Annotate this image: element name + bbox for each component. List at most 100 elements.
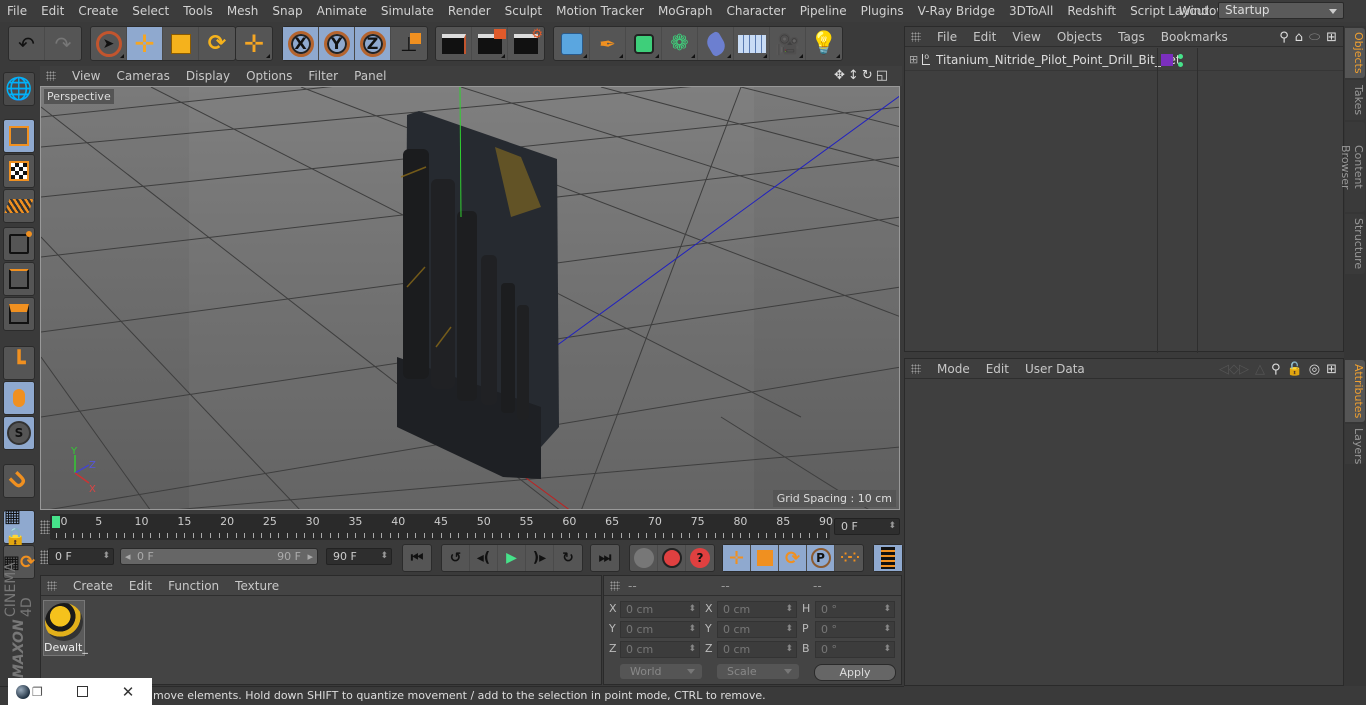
tab-structure[interactable]: Structure — [1345, 214, 1365, 274]
pos-z-field[interactable]: 0 cm — [620, 641, 700, 658]
deformer-button[interactable] — [698, 27, 734, 60]
prev-frame-button[interactable]: ◂( — [470, 545, 498, 571]
back-arrow-icon[interactable]: ◁◇▷ — [1219, 362, 1249, 377]
menu-mograph[interactable]: MoGraph — [651, 4, 720, 18]
tab-objects[interactable]: Objects — [1345, 28, 1365, 78]
expand-icon[interactable]: ⊞ — [909, 53, 918, 66]
coordinate-system-button[interactable]: ⊥ — [391, 27, 427, 60]
key-rotation-toggle[interactable]: ⟳ — [779, 545, 807, 571]
material-menu-edit[interactable]: Edit — [121, 579, 160, 593]
playhead[interactable] — [52, 516, 60, 528]
z-axis-toggle[interactable]: Z — [355, 27, 391, 60]
search-icon[interactable]: ⚲ — [1279, 30, 1289, 45]
material-menu-create[interactable]: Create — [65, 579, 121, 593]
menu-file[interactable]: File — [0, 4, 34, 18]
workplane-lock-button[interactable]: ▦🔒 — [3, 506, 35, 548]
frame-range-slider[interactable]: ◂ 0 F 90 F ▸ — [120, 548, 318, 565]
end-frame-field[interactable]: 90 F — [326, 548, 392, 565]
menu-character[interactable]: Character — [719, 4, 792, 18]
live-selection-button[interactable]: ➤ — [91, 27, 127, 60]
objects-menu-tags[interactable]: Tags — [1110, 30, 1153, 44]
tab-content-browser[interactable]: Content Browser — [1339, 122, 1365, 212]
viewport-menu-filter[interactable]: Filter — [300, 69, 346, 83]
next-key-button[interactable]: ↻ — [554, 545, 582, 571]
size-z-field[interactable]: 0 cm — [717, 641, 797, 658]
render-settings-button[interactable]: ⚙ — [508, 27, 544, 60]
material-swatch[interactable]: Dewalt_ — [43, 600, 88, 656]
menu-vray-bridge[interactable]: V-Ray Bridge — [911, 4, 1002, 18]
menu-animate[interactable]: Animate — [310, 4, 374, 18]
viewport-menu-panel[interactable]: Panel — [346, 69, 394, 83]
menu-simulate[interactable]: Simulate — [374, 4, 441, 18]
target-icon[interactable]: ◎ — [1309, 362, 1320, 377]
objects-menu-objects[interactable]: Objects — [1049, 30, 1110, 44]
edges-mode-button[interactable] — [3, 262, 35, 296]
objects-menu-view[interactable]: View — [1004, 30, 1048, 44]
menu-script[interactable]: Script — [1123, 4, 1172, 18]
material-menu-texture[interactable]: Texture — [227, 579, 287, 593]
polygons-mode-button[interactable] — [3, 297, 35, 331]
close-icon[interactable]: ✕ — [122, 683, 135, 701]
panel-grip[interactable] — [911, 31, 921, 42]
menu-3dtoall[interactable]: 3DToAll — [1002, 4, 1060, 18]
tweak-mode-button[interactable] — [3, 381, 35, 415]
rotate-tool-button[interactable]: ⟳ — [199, 27, 235, 60]
panel-grip[interactable] — [46, 71, 56, 81]
size-y-field[interactable]: 0 cm — [717, 621, 797, 638]
menu-pipeline[interactable]: Pipeline — [793, 4, 854, 18]
render-picture-viewer-button[interactable] — [472, 27, 508, 60]
apply-button[interactable]: Apply — [814, 664, 896, 681]
new-panel-icon[interactable]: ⊞ — [1326, 362, 1337, 377]
menu-mesh[interactable]: Mesh — [220, 4, 266, 18]
texture-mode-button[interactable] — [3, 154, 35, 188]
key-position-toggle[interactable]: ✛ — [723, 545, 751, 571]
prev-key-button[interactable]: ↺ — [442, 545, 470, 571]
pan-icon[interactable]: ✥ — [834, 68, 845, 83]
viewport-menu-options[interactable]: Options — [238, 69, 300, 83]
menu-tools[interactable]: Tools — [176, 4, 220, 18]
pos-x-field[interactable]: 0 cm — [620, 601, 700, 618]
up-arrow-icon[interactable]: △ — [1255, 362, 1265, 377]
objects-menu-file[interactable]: File — [929, 30, 965, 44]
model-mode-button[interactable] — [3, 119, 35, 153]
restore-icon[interactable]: ❐ — [32, 685, 43, 699]
make-editable-button[interactable]: 🌐 — [3, 72, 35, 106]
subdivision-button[interactable] — [626, 27, 662, 60]
rot-h-field[interactable]: 0 ° — [815, 601, 895, 618]
coordinate-mode-dropdown[interactable]: World — [620, 664, 702, 679]
maximize-icon[interactable] — [76, 686, 88, 697]
viewport-menu-cameras[interactable]: Cameras — [108, 69, 177, 83]
pen-button[interactable]: ✒ — [590, 27, 626, 60]
goto-end-button[interactable]: ⏭ — [591, 545, 619, 571]
objects-menu-edit[interactable]: Edit — [965, 30, 1004, 44]
start-frame-field[interactable]: 0 F — [48, 548, 114, 565]
object-row[interactable]: ⊞ ⁰ Titanium_Nitride_Pilot_Point_Drill_B… — [905, 49, 1343, 71]
search-icon[interactable]: ⚲ — [1271, 362, 1281, 377]
visibility-dots[interactable] — [1178, 52, 1184, 68]
dolly-icon[interactable]: ↕ — [848, 68, 859, 83]
home-icon[interactable]: ⌂ — [1295, 30, 1303, 45]
new-panel-icon[interactable]: ⊞ — [1326, 30, 1337, 45]
tab-layers[interactable]: Layers — [1345, 424, 1365, 464]
panel-grip[interactable] — [610, 580, 620, 591]
timeline-window-button[interactable] — [874, 545, 902, 571]
menu-snap[interactable]: Snap — [265, 4, 309, 18]
record-key-button[interactable] — [630, 545, 658, 571]
key-scale-toggle[interactable] — [751, 545, 779, 571]
timeline-grip[interactable] — [40, 520, 50, 534]
range-left-arrow[interactable]: ◂ — [125, 550, 131, 563]
menu-motion-tracker[interactable]: Motion Tracker — [549, 4, 651, 18]
auto-key-button[interactable] — [658, 545, 686, 571]
tab-takes[interactable]: Takes — [1345, 80, 1365, 120]
camera-button[interactable]: 🎥 — [770, 27, 806, 60]
camera-label[interactable]: Perspective — [44, 89, 114, 104]
eye-icon[interactable]: ⬭ — [1309, 30, 1320, 45]
floor-button[interactable] — [734, 27, 770, 60]
cloner-button[interactable]: ❁ — [662, 27, 698, 60]
keyframe-selection-button[interactable]: ? — [686, 545, 714, 571]
maximize-view-icon[interactable]: ◱ — [876, 68, 888, 83]
material-menu-function[interactable]: Function — [160, 579, 227, 593]
panel-grip[interactable] — [47, 580, 57, 591]
orbit-icon[interactable]: ↻ — [862, 68, 873, 83]
attributes-menu-edit[interactable]: Edit — [978, 362, 1017, 376]
